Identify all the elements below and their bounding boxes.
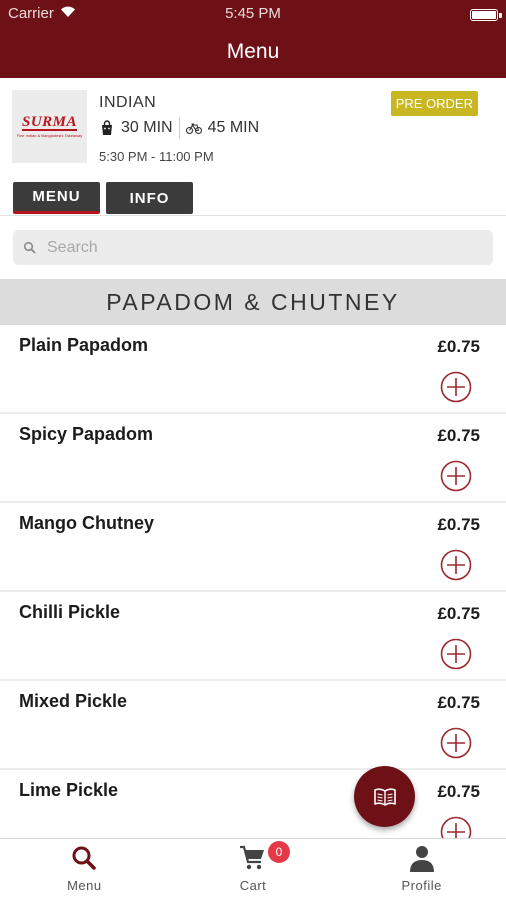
item-name: Spicy Papadom xyxy=(19,424,154,444)
menu-book-icon xyxy=(373,787,396,806)
status-time: 5:45 PM xyxy=(225,5,281,22)
add-item-icon[interactable] xyxy=(440,816,472,838)
logo-text: SURMA xyxy=(21,114,78,131)
tab-menu[interactable]: MENU xyxy=(13,182,100,214)
add-item-icon[interactable] xyxy=(440,727,472,759)
add-item-icon[interactable] xyxy=(440,638,472,670)
add-item-icon[interactable] xyxy=(440,371,472,403)
cart-icon xyxy=(238,843,268,873)
item-price: £0.75 xyxy=(437,515,480,534)
item-name: Mango Chutney xyxy=(19,513,154,533)
item-name: Chilli Pickle xyxy=(19,602,121,622)
battery-tip xyxy=(499,13,502,18)
nav-label: Cart xyxy=(239,878,267,893)
collection-bag-icon xyxy=(99,119,117,137)
cart-count-badge: 0 xyxy=(268,841,290,863)
nav-label: Menu xyxy=(67,878,102,893)
menu-book-button[interactable] xyxy=(354,766,415,827)
page-title: Menu xyxy=(226,40,280,63)
profile-icon xyxy=(407,843,437,873)
nav-item-cart[interactable]: Cart xyxy=(169,839,338,900)
item-name: Mixed Pickle xyxy=(19,691,128,711)
menu-item[interactable]: Mixed Pickle £0.75 xyxy=(0,681,506,770)
tab-bar: MENU INFO xyxy=(13,182,193,214)
collection-time: 30 MIN xyxy=(121,119,173,136)
logo-subtext: Fine Indian & Bangladeshi Takeaway xyxy=(16,133,83,138)
item-name: Plain Papadom xyxy=(19,335,149,355)
restaurant-logo: SURMA Fine Indian & Bangladeshi Takeaway xyxy=(12,90,87,163)
battery-icon xyxy=(470,9,498,21)
menu-item[interactable]: Chilli Pickle £0.75 xyxy=(0,592,506,681)
add-item-icon[interactable] xyxy=(440,460,472,492)
nav-item-profile[interactable]: Profile xyxy=(337,839,506,900)
search-icon xyxy=(23,241,37,255)
preorder-button[interactable]: PRE ORDER xyxy=(390,91,478,116)
item-price: £0.75 xyxy=(437,782,480,801)
menu-item[interactable]: Mango Chutney £0.75 xyxy=(0,503,506,592)
category-header: PAPADOM & CHUTNEY xyxy=(0,279,506,325)
item-name: Lime Pickle xyxy=(19,780,119,800)
restaurant-header: SURMA Fine Indian & Bangladeshi Takeaway… xyxy=(0,78,506,216)
delivery-time: 45 MIN xyxy=(207,119,260,136)
menu-item[interactable]: Plain Papadom £0.75 xyxy=(0,325,506,414)
add-item-icon[interactable] xyxy=(440,549,472,581)
item-price: £0.75 xyxy=(437,337,480,356)
item-price: £0.75 xyxy=(437,693,480,712)
cuisine-label: INDIAN xyxy=(99,94,157,111)
bicycle-icon xyxy=(185,119,204,137)
time-divider xyxy=(178,117,180,139)
menu-item-list: Plain Papadom £0.75 Spicy Papadom £0.75 … xyxy=(0,325,506,838)
search-icon xyxy=(69,843,99,873)
nav-label: Profile xyxy=(401,878,442,893)
tab-info[interactable]: INFO xyxy=(106,182,193,214)
opening-hours: 5:30 PM - 11:00 PM xyxy=(99,149,214,164)
top-bar: Carrier 5:45 PM Menu xyxy=(0,0,506,78)
status-bar: Carrier 5:45 PM xyxy=(0,4,506,24)
item-price: £0.75 xyxy=(437,426,480,445)
menu-item[interactable]: Lime Pickle £0.75 xyxy=(0,770,506,838)
search-input[interactable] xyxy=(47,238,467,257)
time-info: 30 MIN 45 MIN xyxy=(99,117,259,139)
search-bar[interactable] xyxy=(13,230,493,265)
menu-item[interactable]: Spicy Papadom £0.75 xyxy=(0,414,506,503)
item-price: £0.75 xyxy=(437,604,480,623)
bottom-nav: Menu Cart Profile 0 xyxy=(0,838,506,900)
nav-item-menu[interactable]: Menu xyxy=(0,839,169,900)
